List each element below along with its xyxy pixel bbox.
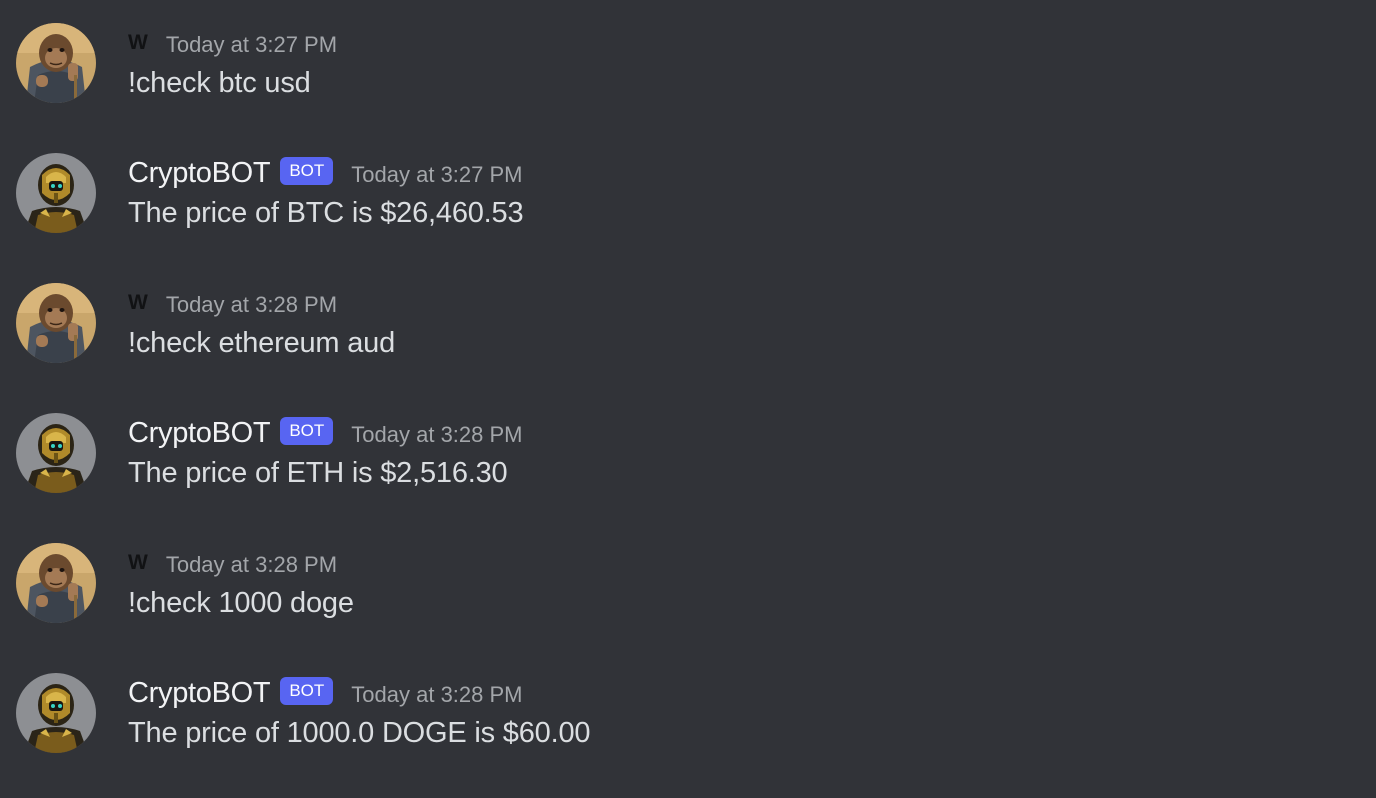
- username[interactable]: CryptoBOT: [128, 677, 271, 710]
- bot-tag: BOT: [280, 157, 334, 185]
- avatar[interactable]: [16, 153, 96, 233]
- avatar[interactable]: [16, 543, 96, 623]
- avatar[interactable]: [16, 673, 96, 753]
- chat-message[interactable]: CryptoBOT BOT Today at 3:28 PM The price…: [0, 673, 1376, 798]
- message-content: !check 1000 doge: [128, 587, 354, 619]
- message-content: !check btc usd: [128, 67, 311, 99]
- chat-message[interactable]: W Today at 3:28 PM !check 1000 doge: [0, 543, 1376, 673]
- message-content: The price of BTC is $26,460.53: [128, 197, 524, 229]
- avatar[interactable]: [16, 23, 96, 103]
- chat-message[interactable]: W Today at 3:28 PM !check ethereum aud: [0, 283, 1376, 413]
- message-timestamp[interactable]: Today at 3:28 PM: [351, 682, 522, 708]
- message-timestamp[interactable]: Today at 3:28 PM: [351, 422, 522, 448]
- message-header: CryptoBOT BOT Today at 3:28 PM: [128, 413, 523, 453]
- chat-message[interactable]: CryptoBOT BOT Today at 3:28 PM The price…: [0, 413, 1376, 543]
- username[interactable]: CryptoBOT: [128, 417, 271, 450]
- message-timestamp[interactable]: Today at 3:27 PM: [166, 32, 337, 58]
- message-header: CryptoBOT BOT Today at 3:28 PM: [128, 673, 523, 713]
- message-header: W Today at 3:28 PM: [128, 283, 337, 323]
- robot-avatar-icon: [16, 673, 96, 753]
- message-header: W Today at 3:28 PM: [128, 543, 337, 583]
- username[interactable]: W: [128, 291, 148, 315]
- message-header: CryptoBOT BOT Today at 3:27 PM: [128, 153, 523, 193]
- message-timestamp[interactable]: Today at 3:28 PM: [166, 552, 337, 578]
- ape-avatar-icon: [16, 543, 96, 623]
- avatar[interactable]: [16, 283, 96, 363]
- username[interactable]: W: [128, 551, 148, 575]
- ape-avatar-icon: [16, 283, 96, 363]
- chat-message[interactable]: CryptoBOT BOT Today at 3:27 PM The price…: [0, 153, 1376, 283]
- message-timestamp[interactable]: Today at 3:27 PM: [351, 162, 522, 188]
- ape-avatar-icon: [16, 23, 96, 103]
- username[interactable]: W: [128, 31, 148, 55]
- message-content: !check ethereum aud: [128, 327, 396, 359]
- chat-message[interactable]: W Today at 3:27 PM !check btc usd: [0, 23, 1376, 153]
- robot-avatar-icon: [16, 153, 96, 233]
- robot-avatar-icon: [16, 413, 96, 493]
- message-content: The price of ETH is $2,516.30: [128, 457, 508, 489]
- username[interactable]: CryptoBOT: [128, 157, 271, 190]
- avatar[interactable]: [16, 413, 96, 493]
- bot-tag: BOT: [280, 677, 334, 705]
- message-list: W Today at 3:27 PM !check btc usd Crypto…: [0, 0, 1376, 798]
- bot-tag: BOT: [280, 417, 334, 445]
- message-timestamp[interactable]: Today at 3:28 PM: [166, 292, 337, 318]
- message-content: The price of 1000.0 DOGE is $60.00: [128, 717, 591, 749]
- message-header: W Today at 3:27 PM: [128, 23, 337, 63]
